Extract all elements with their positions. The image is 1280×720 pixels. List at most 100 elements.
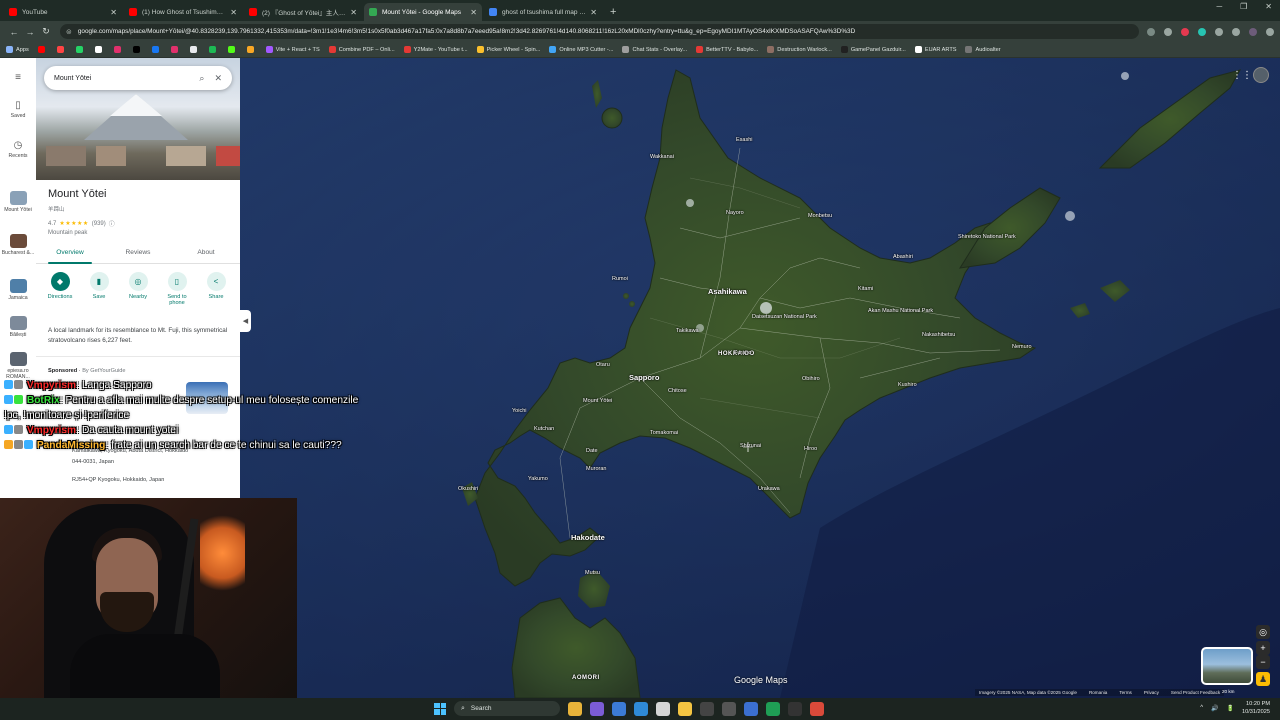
map-label-otaru[interactable]: Otaru bbox=[596, 362, 610, 368]
map-label-daisetsuzan[interactable]: Daisetsuzan National Park bbox=[752, 314, 817, 320]
bookmark-item[interactable]: Picker Wheel - Spin... bbox=[476, 46, 540, 53]
app-icon[interactable] bbox=[722, 701, 736, 716]
taskbar-clock[interactable]: 10:20 PM 10/31/2025 bbox=[1242, 700, 1270, 716]
close-icon[interactable]: ✕ bbox=[214, 73, 222, 84]
map-label-nayoro[interactable]: Nayoro bbox=[726, 210, 744, 216]
map-label-kitami[interactable]: Kitami bbox=[858, 286, 873, 292]
map-label-mutsu[interactable]: Mutsu bbox=[585, 570, 600, 576]
browser-tab[interactable]: (2) 『Ghost of Yōtei』主人公の? ✕ bbox=[244, 3, 362, 21]
send-to-phone-button[interactable]: ▯ Send to phone bbox=[159, 272, 195, 306]
bookmark-item[interactable] bbox=[170, 46, 181, 53]
back-icon[interactable]: ← bbox=[6, 27, 22, 37]
bookmark-item[interactable]: Destruction Warlock... bbox=[767, 46, 832, 53]
map-label-chitose[interactable]: Chitose bbox=[668, 388, 687, 394]
map-label-mount-yotei[interactable]: Mount Yōtei bbox=[583, 398, 612, 404]
tray-overflow-icon[interactable]: ^ bbox=[1200, 705, 1203, 711]
app-icon[interactable] bbox=[700, 701, 714, 716]
volume-icon[interactable]: 🔊 bbox=[1211, 705, 1218, 712]
bookmark-item[interactable]: Apps bbox=[6, 46, 29, 53]
map-label-akan[interactable]: Akan Mashu National Park bbox=[868, 308, 933, 314]
tab-reviews[interactable]: Reviews bbox=[104, 244, 172, 263]
vscode-icon[interactable] bbox=[634, 701, 648, 716]
zoom-in-button[interactable]: + bbox=[1256, 641, 1270, 655]
recent-place-5[interactable]: epiesa.ro ROMAN... bbox=[0, 352, 36, 380]
bookmark-item[interactable]: Chat Stats - Overlay... bbox=[622, 46, 687, 53]
directions-button[interactable]: ◆ Directions bbox=[42, 272, 78, 306]
bookmark-item[interactable]: BetterTTV - Babylo... bbox=[696, 46, 758, 53]
info-icon[interactable]: ⓘ bbox=[109, 219, 115, 228]
bookmark-item[interactable] bbox=[37, 46, 48, 53]
account-avatar[interactable] bbox=[1253, 67, 1269, 83]
start-button[interactable] bbox=[434, 702, 446, 715]
app-icon[interactable] bbox=[810, 701, 824, 716]
map-label-date[interactable]: Date bbox=[586, 448, 598, 454]
recent-place-2[interactable]: Bucharest &... bbox=[0, 234, 36, 256]
extension-icon[interactable] bbox=[1198, 27, 1206, 36]
map-label-okushiri[interactable]: Okushiri bbox=[458, 486, 478, 492]
map-label-yakumo[interactable]: Yakumo bbox=[528, 476, 548, 482]
map-label-monbetsu[interactable]: Monbetsu bbox=[808, 213, 832, 219]
bookmark-item[interactable] bbox=[208, 46, 219, 53]
reload-icon[interactable]: ↻ bbox=[38, 26, 54, 37]
extensions-puzzle-icon[interactable] bbox=[1215, 27, 1223, 36]
terms-link[interactable]: Terms bbox=[1119, 690, 1132, 695]
browser-tab[interactable]: (1) How Ghost of Tsushima m... ✕ bbox=[124, 3, 242, 21]
nearby-button[interactable]: ◎ Nearby bbox=[120, 272, 156, 306]
bookmark-item[interactable]: Y2Mate - YouTube t... bbox=[403, 46, 468, 53]
close-tab-icon[interactable]: ✕ bbox=[230, 8, 237, 17]
map-label-rumoi[interactable]: Rumoi bbox=[612, 276, 628, 282]
bookmark-item[interactable]: Online MP3 Cutter -... bbox=[549, 46, 613, 53]
bookmark-item[interactable]: Combine PDF – Onli... bbox=[328, 46, 395, 53]
collapse-panel-button[interactable]: ◀ bbox=[240, 310, 251, 332]
map-label-tomakomai[interactable]: Tomakomai bbox=[650, 430, 678, 436]
share-button[interactable]: < Share bbox=[198, 272, 234, 306]
app-icon[interactable] bbox=[590, 701, 604, 716]
zoom-out-button[interactable]: − bbox=[1256, 655, 1270, 669]
place-rating[interactable]: 4.7 ★★★★★ (939) ⓘ bbox=[48, 219, 115, 229]
maximize-button[interactable]: ❐ bbox=[1240, 2, 1247, 11]
bookmark-item[interactable]: EUAR ARTS bbox=[914, 46, 956, 53]
bookmark-item[interactable] bbox=[246, 46, 257, 53]
plus-code[interactable]: RJ54+QP Kyogoku, Hokkaido, Japan bbox=[72, 477, 164, 483]
calculator-icon[interactable] bbox=[656, 701, 670, 716]
map-label-esashi[interactable]: Esashi bbox=[736, 137, 753, 143]
map-label-shiretoko[interactable]: Shiretoko National Park bbox=[958, 234, 1016, 240]
battery-icon[interactable]: 🔋 bbox=[1227, 705, 1234, 712]
bookmark-item[interactable] bbox=[132, 46, 143, 53]
menu-button[interactable]: ≡ bbox=[0, 72, 36, 85]
browser-tab[interactable]: ghost of tsushima full map - G ✕ bbox=[484, 3, 602, 21]
file-explorer-icon[interactable] bbox=[678, 701, 692, 716]
site-info-icon[interactable]: ⊜ bbox=[66, 28, 72, 36]
browser-tab[interactable]: YouTube ✕ bbox=[4, 3, 122, 21]
map-label-hiroo[interactable]: Hiroo bbox=[804, 446, 817, 452]
tab-overview[interactable]: Overview bbox=[36, 244, 104, 264]
region-link[interactable]: Romania bbox=[1089, 690, 1107, 695]
scale-bar[interactable]: 20 km bbox=[1222, 689, 1235, 694]
map-label-sapporo[interactable]: Sapporo bbox=[629, 373, 659, 382]
map-label-yoichi[interactable]: Yoichi bbox=[512, 408, 526, 414]
bookmark-item[interactable]: Vite + React + TS bbox=[265, 46, 320, 53]
recents-button[interactable]: ◷ Recents bbox=[0, 140, 36, 159]
bookmark-star-icon[interactable] bbox=[1164, 27, 1172, 36]
profile-avatar[interactable] bbox=[1249, 27, 1257, 36]
map-label-asahikawa[interactable]: Asahikawa bbox=[708, 287, 747, 296]
privacy-link[interactable]: Privacy bbox=[1144, 690, 1159, 695]
bookmark-item[interactable]: Audioalter bbox=[965, 46, 1001, 53]
map-label-kutchan[interactable]: Kutchan bbox=[534, 426, 554, 432]
address-bar[interactable]: ⊜ google.com/maps/place/Mount+Yōtei/@40.… bbox=[60, 24, 1139, 39]
bookmark-item[interactable] bbox=[189, 46, 200, 53]
map-label-urakawa[interactable]: Urakawa bbox=[758, 486, 780, 492]
forward-icon[interactable]: → bbox=[22, 27, 38, 37]
map-label-wakkanai[interactable]: Wakkanai bbox=[650, 154, 674, 160]
new-tab-button[interactable]: + bbox=[610, 3, 616, 21]
save-button[interactable]: ▮ Save bbox=[81, 272, 117, 306]
map-label-abashiri[interactable]: Abashiri bbox=[893, 254, 913, 260]
app-icon[interactable] bbox=[766, 701, 780, 716]
map-label-kushiro[interactable]: Kushiro bbox=[898, 382, 917, 388]
bookmark-item[interactable] bbox=[56, 46, 67, 53]
bookmark-item[interactable] bbox=[227, 46, 238, 53]
map-label-nakashibetsu[interactable]: Nakashibetsu bbox=[922, 332, 955, 338]
bookmark-item[interactable] bbox=[75, 46, 86, 53]
recent-place-3[interactable]: Jamaica bbox=[0, 279, 36, 301]
taskbar-search[interactable]: ⌕ Search bbox=[454, 701, 560, 716]
